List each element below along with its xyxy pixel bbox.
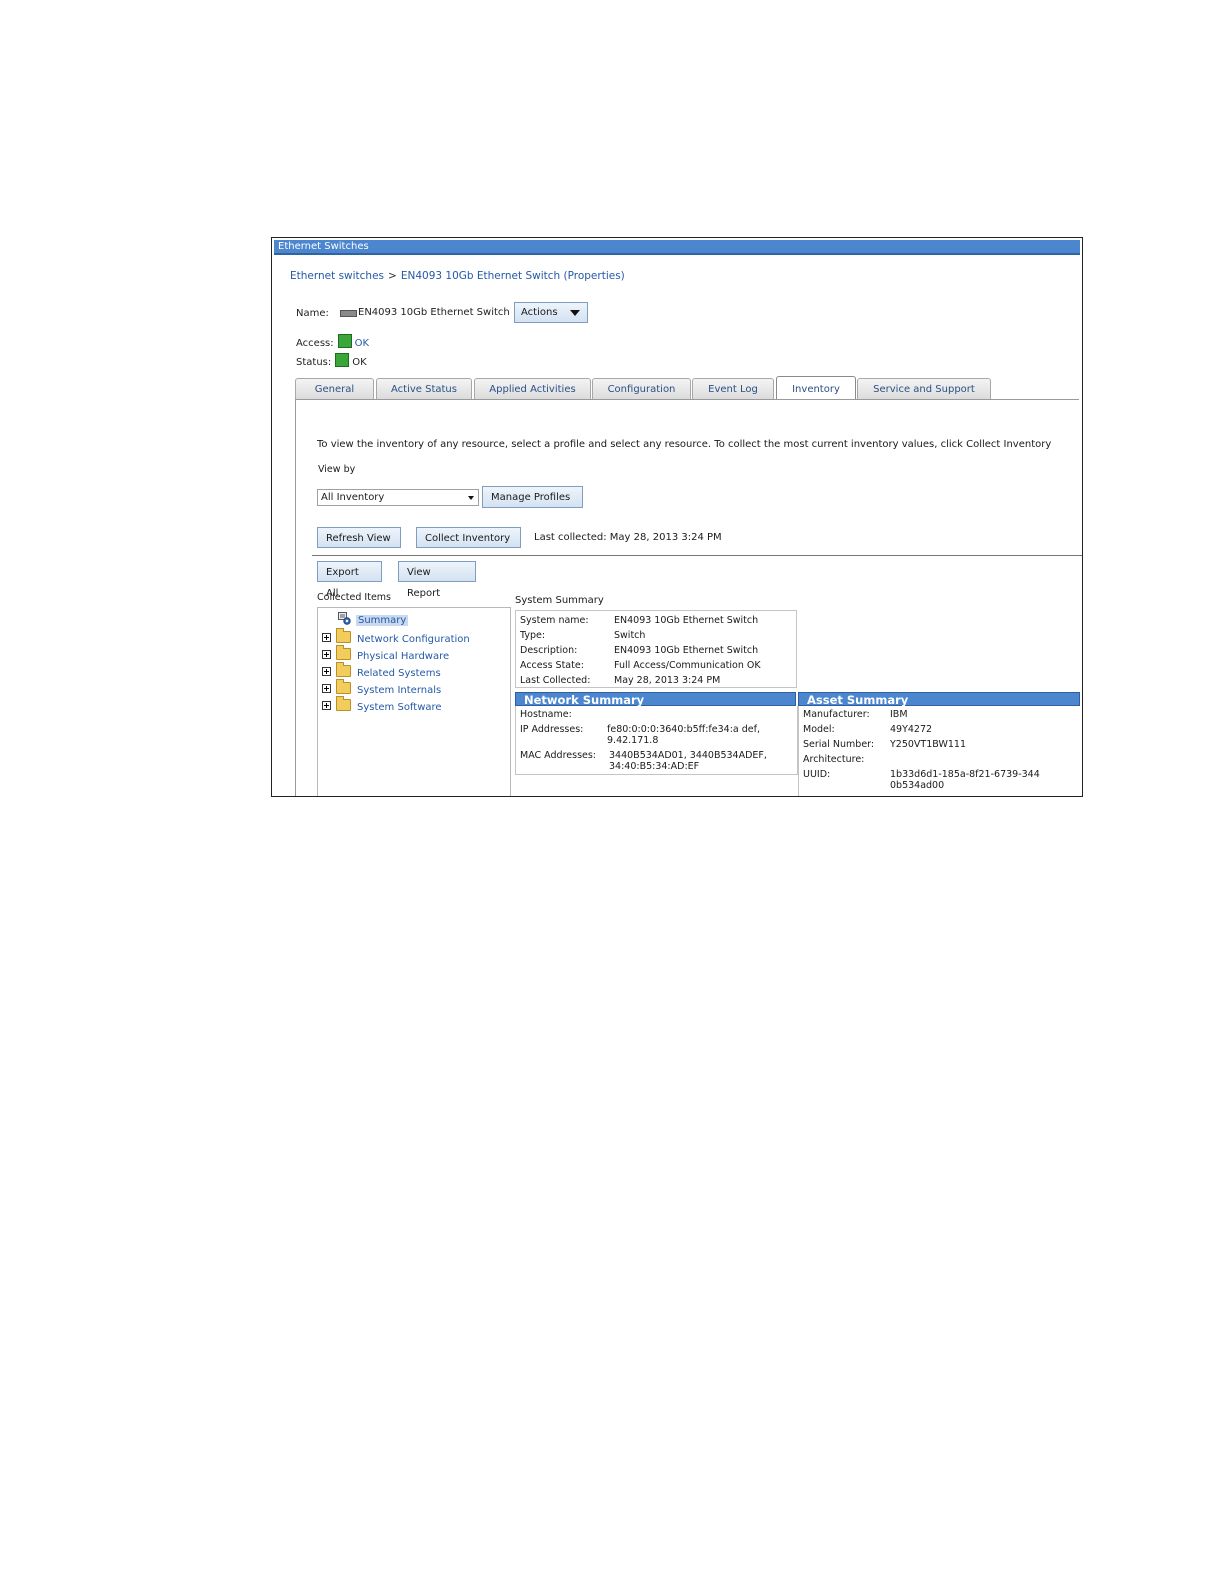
switch-icon <box>340 310 357 317</box>
uuid-key: UUID: <box>803 769 831 780</box>
type-value: Switch <box>614 630 646 641</box>
tree-item-system-internals[interactable]: System Internals <box>322 679 442 696</box>
network-summary-box: Hostname: IP Addresses: fe80:0:0:0:3640:… <box>515 706 798 775</box>
expand-icon[interactable] <box>322 667 331 676</box>
tab-divider <box>295 399 1079 400</box>
view-by-label: View by <box>318 464 356 475</box>
asset-summary-header: Asset Summary <box>798 692 1080 707</box>
view-by-selected: All Inventory <box>321 492 385 503</box>
system-summary-box: System name: EN4093 10Gb Ethernet Switch… <box>515 610 797 688</box>
access-state-key: Access State: <box>520 660 584 671</box>
tree-item-network-configuration[interactable]: Network Configuration <box>322 628 470 645</box>
last-collected-text: Last collected: May 28, 2013 3:24 PM <box>534 532 722 543</box>
tree-item-label: System Software <box>357 702 442 713</box>
breadcrumb-current[interactable]: EN4093 10Gb Ethernet Switch (Properties) <box>401 270 625 282</box>
uuid-line2: 0b534ad00 <box>890 780 945 791</box>
uuid-line1: 1b33d6d1-185a-8f21-6739-344 <box>890 769 1040 780</box>
mac-addresses-line1: 3440B534AD01, 3440B534ADEF, <box>609 750 767 761</box>
tab-event-log[interactable]: Event Log <box>692 378 774 399</box>
description-value: EN4093 10Gb Ethernet Switch <box>614 645 759 656</box>
tab-inventory[interactable]: Inventory <box>776 376 856 400</box>
access-value[interactable]: OK <box>355 338 369 349</box>
ethernet-switches-window: Ethernet Switches Ethernet switches > EN40… <box>271 237 1083 797</box>
breadcrumb-separator: > <box>388 270 397 282</box>
tab-applied-activities[interactable]: Applied Activities <box>474 378 591 399</box>
dropdown-arrow-icon <box>570 310 580 316</box>
tree-item-label: Summary <box>356 615 409 626</box>
name-label: Name: <box>296 308 329 319</box>
tree-item-system-software[interactable]: System Software <box>322 696 442 713</box>
status-row: Status: OK <box>296 353 367 368</box>
tree-item-label: Physical Hardware <box>357 651 450 662</box>
hostname-key: Hostname: <box>520 709 572 720</box>
mac-addresses-line2: 34:40:B5:34:AD:EF <box>609 761 700 772</box>
expand-icon[interactable] <box>322 684 331 693</box>
tree-item-physical-hardware[interactable]: Physical Hardware <box>322 645 450 662</box>
architecture-key: Architecture: <box>803 754 865 765</box>
access-label: Access: <box>296 338 334 349</box>
ip-addresses-key: IP Addresses: <box>520 724 584 735</box>
inventory-instructions: To view the inventory of any resource, s… <box>317 439 1052 450</box>
chevron-down-icon <box>468 496 474 500</box>
status-label: Status: <box>296 357 332 368</box>
expand-icon[interactable] <box>322 633 331 642</box>
panel-border <box>295 400 296 796</box>
folder-icon <box>336 645 351 660</box>
tree-item-label: System Internals <box>357 685 442 696</box>
tab-service-and-support[interactable]: Service and Support <box>857 378 991 399</box>
manage-profiles-button[interactable]: Manage Profiles <box>482 486 583 508</box>
actions-label: Actions <box>521 307 558 318</box>
system-summary-title: System Summary <box>515 595 604 606</box>
summary-gear-icon <box>338 612 351 625</box>
divider <box>312 555 1082 556</box>
breadcrumb-ethernet-switches[interactable]: Ethernet switches <box>290 270 384 282</box>
collected-items-tree: Summary Network Configuration Physical H… <box>317 607 511 796</box>
tree-item-summary[interactable]: Summary <box>338 612 409 626</box>
view-by-select[interactable]: All Inventory <box>317 489 479 506</box>
refresh-view-button[interactable]: Refresh View <box>317 527 401 548</box>
serial-number-value: Y250VT1BW111 <box>890 739 966 750</box>
tab-configuration[interactable]: Configuration <box>592 378 691 399</box>
last-collected-value: May 28, 2013 3:24 PM <box>614 675 721 686</box>
status-value: OK <box>352 357 367 368</box>
description-key: Description: <box>520 645 578 656</box>
collect-inventory-button[interactable]: Collect Inventory <box>416 527 521 548</box>
serial-number-key: Serial Number: <box>803 739 875 750</box>
model-value: 49Y4272 <box>890 724 933 735</box>
breadcrumb: Ethernet switches > EN4093 10Gb Ethernet S… <box>290 270 625 282</box>
last-collected-key: Last Collected: <box>520 675 591 686</box>
status-ok-icon <box>337 334 352 348</box>
ip-addresses-line1: fe80:0:0:0:3640:b5ff:fe34:a def, <box>607 724 760 735</box>
actions-button[interactable]: Actions <box>514 302 588 323</box>
manufacturer-value: IBM <box>890 709 908 720</box>
folder-icon <box>336 679 351 694</box>
system-name-value: EN4093 10Gb Ethernet Switch <box>614 615 759 626</box>
tab-general[interactable]: General <box>295 378 374 399</box>
tree-item-related-systems[interactable]: Related Systems <box>322 662 441 679</box>
export-all-button[interactable]: Export All <box>317 561 382 599</box>
tree-item-label: Related Systems <box>357 668 441 679</box>
ip-addresses-line2: 9.42.171.8 <box>607 735 659 746</box>
status-ok-icon <box>335 353 350 367</box>
manufacturer-key: Manufacturer: <box>803 709 870 720</box>
asset-summary-box: Manufacturer: IBM Model: 49Y4272 Serial … <box>798 706 1081 796</box>
system-name-key: System name: <box>520 615 589 626</box>
network-summary-header: Network Summary <box>515 692 796 707</box>
view-report-button[interactable]: View Report <box>398 561 476 599</box>
tree-item-label: Network Configuration <box>357 634 470 645</box>
model-key: Model: <box>803 724 835 735</box>
type-key: Type: <box>520 630 546 641</box>
folder-icon <box>336 628 351 643</box>
collected-items-label: Collected Items <box>317 592 391 603</box>
window-title: Ethernet Switches <box>274 240 1080 255</box>
expand-icon[interactable] <box>322 650 331 659</box>
access-row: Access: OK <box>296 334 369 349</box>
mac-addresses-key: MAC Addresses: <box>520 750 597 761</box>
folder-icon <box>336 662 351 677</box>
resource-name: EN4093 10Gb Ethernet Switch <box>358 307 510 318</box>
access-state-value: Full Access/Communication OK <box>614 660 761 671</box>
expand-icon[interactable] <box>322 701 331 710</box>
tab-active-status[interactable]: Active Status <box>376 378 472 399</box>
folder-icon <box>336 696 351 711</box>
